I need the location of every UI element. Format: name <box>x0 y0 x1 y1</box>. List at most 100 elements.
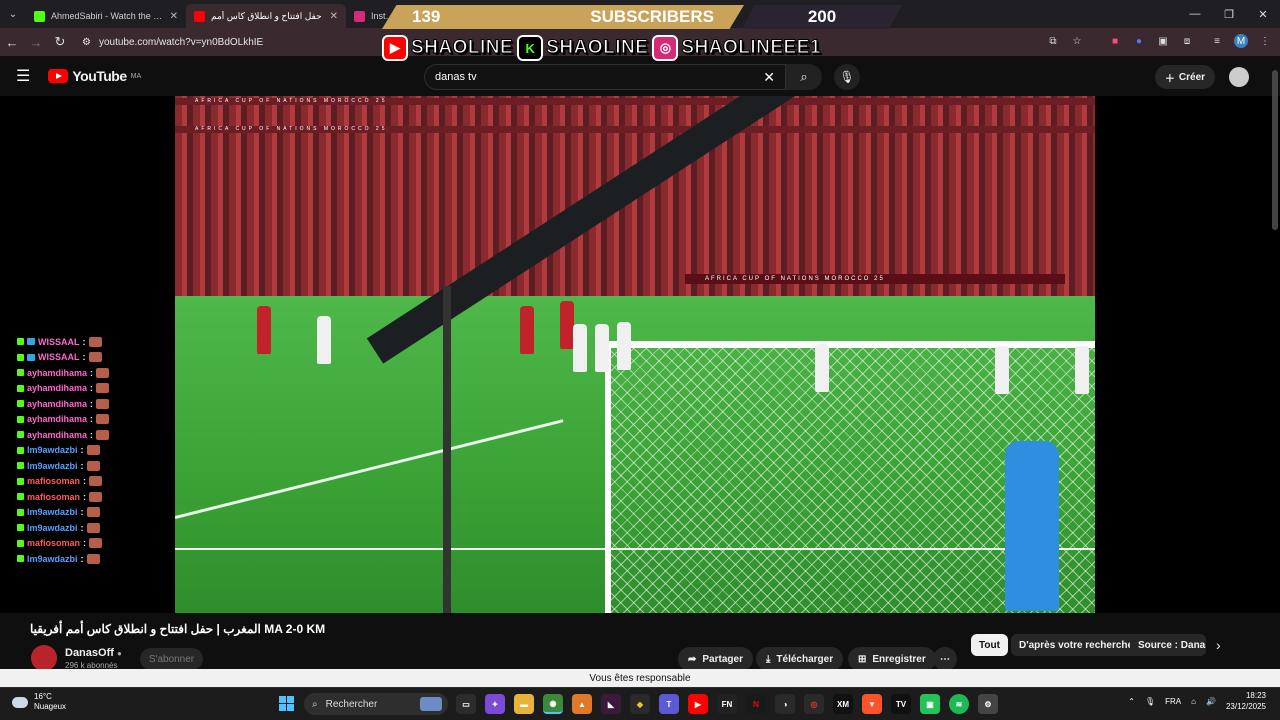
close-tab-icon[interactable]: ✕ <box>170 11 178 22</box>
extensions-puzzle-icon[interactable]: ⧈ <box>1180 34 1194 48</box>
chat-message: lm9awdazbi: <box>17 551 167 567</box>
forward-icon[interactable]: → <box>24 35 48 50</box>
site-info-icon[interactable]: ⚙ <box>82 37 91 48</box>
kick-badge-icon <box>17 338 24 346</box>
tab-kick[interactable]: AhmedSabiri - Watch the VOD ✕ <box>26 4 186 28</box>
back-icon[interactable]: ← <box>0 35 24 50</box>
weather-widget[interactable]: 16°C Nuageux <box>12 692 66 712</box>
download-button[interactable]: ⤓ Télécharger <box>756 647 844 671</box>
voice-search-button[interactable]: 🎙 <box>834 64 860 90</box>
task-view-icon[interactable]: ▭ <box>456 694 476 714</box>
app-icon[interactable]: ▣ <box>920 694 940 714</box>
extension-icon[interactable]: ■ <box>1108 34 1122 48</box>
taskbar-search-placeholder: Rechercher <box>325 698 378 710</box>
show-hidden-icons-icon[interactable]: ⌃ <box>1128 697 1135 706</box>
tradingview-icon[interactable]: TV <box>891 694 911 714</box>
teams-icon[interactable]: T <box>659 694 679 714</box>
taskbar-apps: ▭ ✦ ▬ ◉ ▲ ◣ ◆ T ▶ FN N ◑ ◎ XM ▼ TV ▣ ≋ ⚙ <box>456 694 998 714</box>
spotify-icon[interactable]: ≋ <box>949 694 969 714</box>
taskbar-search[interactable]: ⌕ Rechercher <box>304 693 448 715</box>
social-handles: ▶ SHAOLINE K SHAOLINE ◎ SHAOLINEEE1 <box>382 33 821 63</box>
account-avatar[interactable] <box>1229 67 1249 87</box>
share-button[interactable]: ➦ Partager <box>678 647 753 671</box>
copilot-icon[interactable]: ✦ <box>485 694 505 714</box>
app-icon[interactable]: ▲ <box>572 694 592 714</box>
chip-all[interactable]: Tout <box>971 634 1008 656</box>
chat-username: WISSAAL <box>38 352 80 363</box>
close-window-icon[interactable]: ✕ <box>1246 0 1280 28</box>
reload-icon[interactable]: ↻ <box>48 34 72 50</box>
chrome-icon[interactable]: ◉ <box>543 694 563 714</box>
chat-message: ayhamdihama: <box>17 365 167 381</box>
settings-icon[interactable]: ⚙ <box>978 694 998 714</box>
kick-badge-icon <box>17 431 24 439</box>
app-icon[interactable]: ◑ <box>775 694 795 714</box>
player <box>595 324 609 372</box>
tab-title: AhmedSabiri - Watch the VOD <box>51 11 164 21</box>
media-icon[interactable]: ≡ <box>1210 34 1224 48</box>
chip-related[interactable]: D'après votre recherche <box>1011 634 1142 656</box>
search-icon: ⌕ <box>312 698 318 710</box>
youtube-app-icon[interactable]: ▶ <box>688 694 708 714</box>
kick-badge-icon <box>17 524 24 532</box>
network-icon[interactable]: ⌂ <box>1191 697 1196 706</box>
subscriber-goal-count: 200 <box>807 7 837 26</box>
save-label: Enregistrer <box>872 653 926 665</box>
chat-username: WISSAAL <box>38 336 80 347</box>
close-tab-icon[interactable]: ✕ <box>330 11 338 22</box>
channel-avatar[interactable] <box>31 645 57 671</box>
download-label: Télécharger <box>776 653 834 665</box>
app-icon[interactable]: ◆ <box>630 694 650 714</box>
chat-message: ayhamdihama: <box>17 396 167 412</box>
search-button[interactable]: ⌕ <box>786 64 822 90</box>
minimize-icon[interactable]: — <box>1178 0 1212 28</box>
url-field[interactable]: ⚙ youtube.com/watch?v=yn0BdOLkhIE <box>76 31 376 53</box>
extension-icon[interactable]: ▣ <box>1156 34 1170 48</box>
create-button[interactable]: ＋ Créer <box>1155 65 1215 89</box>
more-menu-icon[interactable]: ⋮ <box>1258 34 1272 48</box>
goal-post <box>605 341 611 613</box>
cast-icon[interactable]: ⧉ <box>1046 34 1060 48</box>
video-frame[interactable]: AFRICA CUP OF NATIONS MOROCCO 25 AFRICA … <box>175 96 1095 613</box>
brave-icon[interactable]: ▼ <box>862 694 882 714</box>
more-actions-button[interactable]: ⋯ <box>933 647 957 671</box>
chip-source[interactable]: Source : Danas <box>1130 634 1206 656</box>
app-icon[interactable]: FN <box>717 694 737 714</box>
youtube-logo[interactable]: YouTube MA <box>48 68 141 84</box>
player <box>520 306 534 354</box>
app-icon[interactable]: XM <box>833 694 853 714</box>
app-icon[interactable]: ◣ <box>601 694 621 714</box>
emote-icon <box>86 522 100 533</box>
profile-avatar-icon[interactable]: M <box>1234 34 1248 48</box>
ad-board: AFRICA CUP OF NATIONS MOROCCO 25 <box>685 274 1065 284</box>
save-button[interactable]: ⊞ Enregistrer <box>848 647 936 671</box>
input-language[interactable]: FRA <box>1165 697 1181 706</box>
maximize-icon[interactable]: ❐ <box>1212 0 1246 28</box>
windows-start-icon[interactable] <box>279 696 294 711</box>
file-explorer-icon[interactable]: ▬ <box>514 694 534 714</box>
app-icon[interactable]: ◎ <box>804 694 824 714</box>
volume-icon[interactable]: 🔊 <box>1206 697 1216 706</box>
chat-message: ayhamdihama: <box>17 427 167 443</box>
bookmark-star-icon[interactable]: ☆ <box>1070 34 1084 48</box>
goal-crossbar <box>605 341 1095 348</box>
hamburger-menu-icon[interactable]: ☰ <box>16 66 30 86</box>
microphone-icon[interactable]: 🎙 <box>1145 697 1155 706</box>
netflix-icon[interactable]: N <box>746 694 766 714</box>
more-icon: ⋯ <box>940 653 950 665</box>
tab-youtube[interactable]: حفل افتتاح و انطلاق كاس أمم ✕ <box>186 4 346 28</box>
chat-message: lm9awdazbi: <box>17 443 167 459</box>
subscriber-goal: 200 <box>742 5 902 29</box>
search-input[interactable]: danas tv ✕ <box>424 64 786 90</box>
page-scrollbar[interactable] <box>1272 70 1278 230</box>
subscribe-button[interactable]: S'abonner <box>140 648 203 670</box>
extension-icon[interactable]: ● <box>1132 34 1146 48</box>
clear-search-icon[interactable]: ✕ <box>763 69 775 86</box>
emote-icon <box>89 491 103 502</box>
verified-icon: ● <box>116 649 122 658</box>
chevron-right-icon[interactable]: › <box>1216 637 1221 653</box>
clock[interactable]: 18:23 23/12/2025 <box>1226 690 1266 712</box>
tab-search-icon[interactable]: ⌄ <box>0 0 26 28</box>
channel-name[interactable]: DanasOff ● <box>65 647 122 659</box>
stadium-banner: AFRICA CUP OF NATIONS MOROCCO 25 <box>175 98 1095 105</box>
